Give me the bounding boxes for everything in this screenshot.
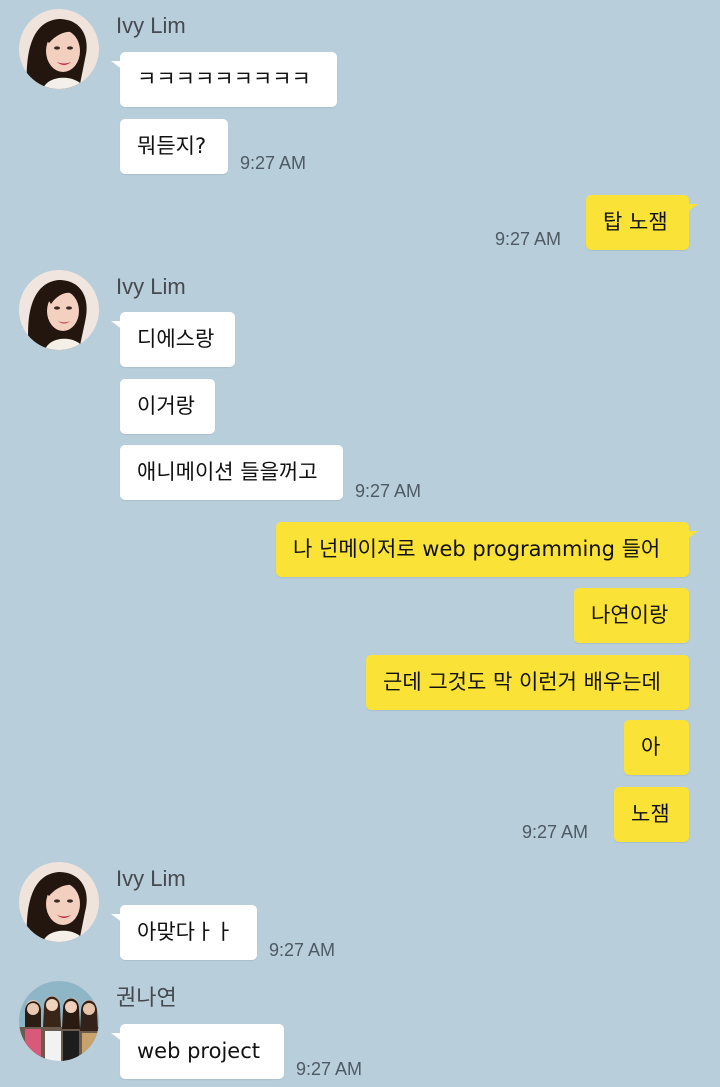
avatar-ivy-lim[interactable] — [19, 270, 99, 350]
message-timestamp: 9:27 AM — [240, 153, 307, 173]
sender-name: 권나연 — [116, 985, 177, 1010]
message-bubble-outgoing[interactable]: 노잼 — [614, 787, 689, 842]
message-bubble-outgoing[interactable]: 아 — [624, 720, 689, 775]
message-bubble[interactable]: ㅋㅋㅋㅋㅋㅋㅋㅋㅋ — [111, 52, 337, 107]
chat-window: Ivy Lim ㅋㅋㅋㅋㅋㅋㅋㅋㅋ 뭐듣지? 9:27 AM 탑 노잼 9:27… — [0, 0, 720, 1087]
message-bubble-outgoing[interactable]: 근데 그것도 막 이런거 배우는데 — [366, 655, 689, 710]
avatar-ivy-lim[interactable] — [19, 862, 99, 942]
message-bubble-outgoing[interactable]: 탑 노잼 — [586, 195, 698, 250]
message-bubble[interactable]: 이거랑 — [120, 379, 215, 434]
sender-name: Ivy Lim — [116, 866, 186, 891]
message-bubble-outgoing[interactable]: 나연이랑 — [574, 588, 689, 643]
message-timestamp: 9:27 AM — [495, 229, 562, 249]
message-timestamp: 9:27 AM — [269, 940, 336, 960]
message-timestamp: 9:27 AM — [522, 822, 589, 842]
message-timestamp: 9:27 AM — [296, 1059, 363, 1079]
message-bubble[interactable]: 아맞다ㅏㅏ — [111, 905, 257, 960]
message-bubble[interactable]: web project — [111, 1024, 284, 1079]
avatar-kwon-nayeon[interactable] — [19, 981, 99, 1061]
message-bubble[interactable]: 애니메이션 들을꺼고 — [120, 445, 343, 500]
sender-name: Ivy Lim — [116, 274, 186, 299]
sender-name: Ivy Lim — [116, 13, 186, 38]
message-bubble[interactable]: 디에스랑 — [111, 312, 235, 367]
message-bubble-outgoing[interactable]: 나 넌메이저로 web programming 들어 — [276, 522, 698, 577]
message-timestamp: 9:27 AM — [355, 481, 422, 501]
avatar-ivy-lim[interactable] — [19, 9, 99, 89]
message-bubble[interactable]: 뭐듣지? — [120, 119, 228, 174]
